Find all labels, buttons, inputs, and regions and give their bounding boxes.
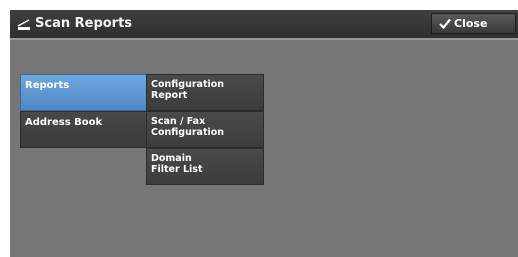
report-label-line1: Scan / Fax	[151, 116, 206, 127]
checkmark-icon	[439, 18, 451, 29]
title-bar: Scan Reports Close	[10, 10, 518, 38]
screen: Scan Reports Close Reports Address Book …	[10, 10, 518, 257]
close-button-label: Close	[454, 17, 488, 30]
report-configuration-report[interactable]: Configuration Report	[146, 74, 264, 111]
report-domain-filter-list[interactable]: Domain Filter List	[146, 148, 264, 185]
report-label-line2: Report	[151, 90, 188, 101]
report-scan-fax-configuration[interactable]: Scan / Fax Configuration	[146, 111, 264, 148]
title-divider	[10, 38, 518, 40]
page-title: Scan Reports	[35, 16, 133, 31]
category-address-book[interactable]: Address Book	[20, 111, 149, 148]
close-button[interactable]: Close	[431, 13, 516, 34]
report-label-line1: Configuration	[151, 79, 225, 90]
report-label-line2: Filter List	[151, 164, 203, 175]
category-label: Reports	[25, 80, 70, 91]
scanner-icon	[17, 19, 30, 30]
report-label-line1: Domain	[151, 153, 192, 164]
category-label: Address Book	[25, 117, 103, 128]
category-reports[interactable]: Reports	[20, 74, 149, 111]
report-label-line2: Configuration	[151, 127, 225, 138]
